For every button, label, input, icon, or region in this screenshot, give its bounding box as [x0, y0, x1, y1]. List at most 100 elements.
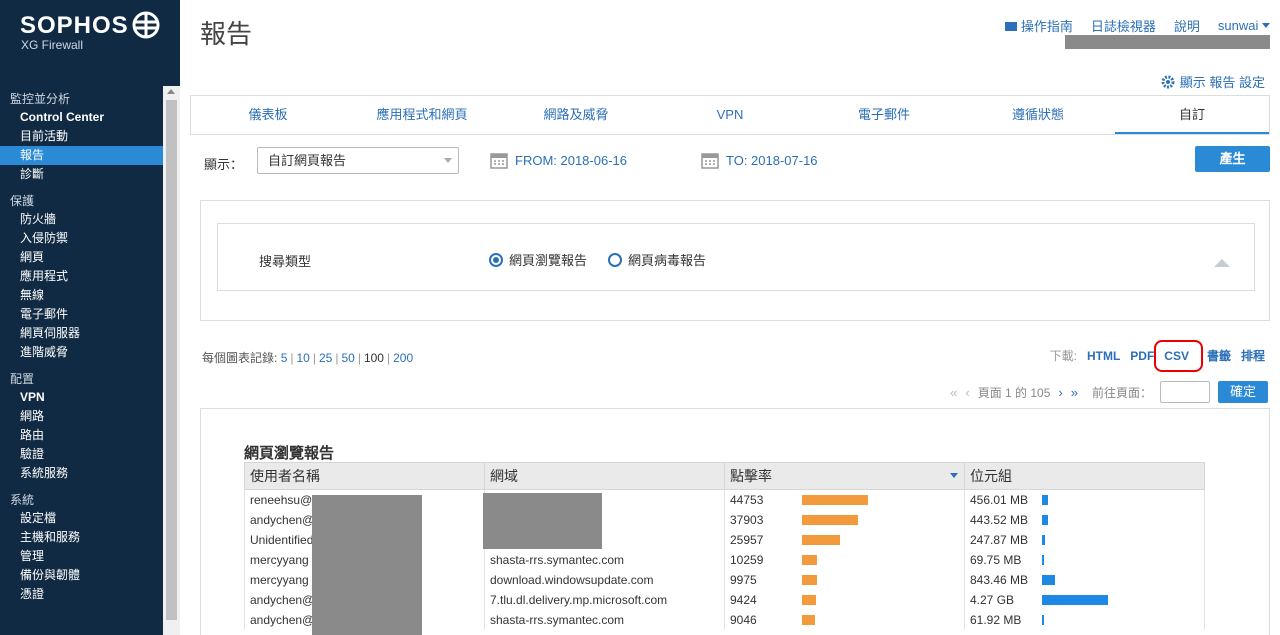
cell-hits: 9424	[724, 589, 965, 610]
nav-group: 監控並分析 Control Center 目前活動 報告 診斷	[0, 90, 163, 184]
sidebar-item[interactable]: 目前活動	[0, 127, 163, 146]
brand-logo[interactable]: SOPHOS XG Firewall	[20, 12, 129, 52]
bookmark-link[interactable]: 書籤	[1207, 347, 1231, 364]
collapse-up-icon[interactable]	[1214, 259, 1230, 267]
nav-group-title[interactable]: 配置	[0, 370, 163, 388]
next-page-icon[interactable]: ›	[1058, 385, 1062, 400]
radio-virus-report[interactable]: 網頁病毒報告	[608, 250, 706, 269]
sidebar-item[interactable]: 管理	[0, 547, 163, 566]
brand-product: XG Firewall	[21, 38, 84, 52]
download-html-link[interactable]: HTML	[1087, 349, 1120, 363]
last-page-icon[interactable]: »	[1071, 385, 1078, 400]
tab[interactable]: 儀表板	[191, 96, 345, 134]
scroll-up-icon[interactable]	[167, 89, 175, 94]
records-option[interactable]: 10	[297, 351, 310, 365]
bytes-bar	[1042, 614, 1044, 625]
calendar-icon	[701, 153, 719, 169]
first-page-icon[interactable]: «	[950, 385, 957, 400]
records-option[interactable]: 50	[341, 351, 354, 365]
user-menu[interactable]: sunwai	[1218, 18, 1270, 33]
download-pdf-link[interactable]: PDF	[1130, 349, 1154, 363]
sidebar-item[interactable]: 系統服務	[0, 464, 163, 483]
sidebar-item[interactable]: 主機和服務	[0, 528, 163, 547]
report-settings-link[interactable]: 顯示 報告 設定	[1161, 72, 1265, 91]
sidebar-item[interactable]: 網頁	[0, 248, 163, 267]
prev-page-icon[interactable]: ‹	[965, 385, 969, 400]
col-bytes[interactable]: 位元組	[964, 462, 1205, 490]
download-csv-link[interactable]: CSV	[1154, 339, 1204, 372]
nav-group-title[interactable]: 系統	[0, 491, 163, 509]
hits-value: 25957	[730, 532, 764, 547]
goto-button[interactable]: 確定	[1218, 381, 1268, 403]
generate-button[interactable]: 產生	[1195, 146, 1270, 172]
records-option[interactable]: 100	[364, 351, 384, 365]
radio-browse-report[interactable]: 網頁瀏覽報告	[489, 250, 587, 269]
sidebar-item[interactable]: 設定檔	[0, 509, 163, 528]
sidebar-item[interactable]: 網頁伺服器	[0, 324, 163, 343]
hits-value: 9424	[730, 592, 757, 607]
hits-bar	[802, 554, 817, 565]
sidebar-scrollbar[interactable]	[163, 86, 180, 635]
cell-hits: 25957	[724, 529, 965, 550]
sidebar-item[interactable]: 備份與韌體	[0, 566, 163, 585]
schedule-link[interactable]: 排程	[1241, 347, 1265, 364]
sidebar-item[interactable]: Control Center	[0, 108, 163, 127]
nav-group: 保護 防火牆 入侵防禦 網頁 應用程式 無線 電子郵件 網頁伺服器 進階威脅	[0, 192, 163, 362]
cell-hits: 9046	[724, 609, 965, 630]
tab[interactable]: 應用程式和網頁	[345, 96, 499, 134]
sidebar-item[interactable]: 進階威脅	[0, 343, 163, 362]
sidebar-item[interactable]: 路由	[0, 426, 163, 445]
records-option[interactable]: 5	[281, 351, 288, 365]
cell-hits: 44753	[724, 489, 965, 510]
hits-bar	[802, 514, 858, 525]
sidebar-item[interactable]: 應用程式	[0, 267, 163, 286]
tab[interactable]: 電子郵件	[807, 96, 961, 134]
from-date-picker[interactable]: FROM: 2018-06-16	[490, 151, 627, 169]
goto-page-input[interactable]	[1160, 381, 1210, 403]
guide-link[interactable]: 操作指南	[1004, 16, 1073, 35]
cell-hits: 10259	[724, 549, 965, 570]
sidebar-item[interactable]: 防火牆	[0, 210, 163, 229]
tab[interactable]: 遵循狀態	[961, 96, 1115, 134]
sidebar-item[interactable]: 憑證	[0, 585, 163, 604]
bytes-bar	[1042, 554, 1044, 565]
sidebar-item[interactable]: 無線	[0, 286, 163, 305]
csv-highlight-circle	[1154, 339, 1204, 372]
sidebar-item[interactable]: VPN	[0, 388, 163, 407]
page-indicator: 頁面 1 的 105	[977, 385, 1051, 400]
cell-bytes: 843.46 MB	[964, 569, 1205, 590]
radio-selected-icon	[489, 252, 503, 267]
sidebar-item[interactable]: 電子郵件	[0, 305, 163, 324]
hits-value: 37903	[730, 512, 764, 527]
records-option[interactable]: 200	[393, 351, 413, 365]
to-date-picker[interactable]: TO: 2018-07-16	[701, 151, 818, 169]
sidebar-item[interactable]: 入侵防禦	[0, 229, 163, 248]
cell-domain: download.windowsupdate.com	[484, 569, 725, 590]
col-hits[interactable]: 點擊率	[724, 462, 965, 490]
show-label: 顯示：	[204, 157, 244, 172]
chevron-down-icon	[1262, 23, 1270, 28]
nav-group-title[interactable]: 監控並分析	[0, 90, 163, 108]
sidebar-item[interactable]: 診斷	[0, 165, 163, 184]
log-viewer-link[interactable]: 日誌檢視器	[1091, 16, 1156, 35]
sidebar-item[interactable]: 驗證	[0, 445, 163, 464]
col-username[interactable]: 使用者名稱	[244, 462, 485, 490]
tab[interactable]: VPN	[653, 96, 807, 134]
hits-bar	[802, 534, 840, 545]
video-icon	[1004, 22, 1017, 31]
nav-group-title[interactable]: 保護	[0, 192, 163, 210]
records-option[interactable]: 25	[319, 351, 332, 365]
cell-bytes: 456.01 MB	[964, 489, 1205, 510]
scrollbar-thumb[interactable]	[166, 100, 177, 620]
report-title: 網頁瀏覽報告	[244, 445, 335, 462]
col-domain[interactable]: 網域	[484, 462, 725, 490]
bytes-bar	[1042, 534, 1045, 545]
sidebar-item[interactable]: 報告	[0, 146, 163, 165]
tab[interactable]: 網路及威脅	[499, 96, 653, 134]
tab[interactable]: 自訂	[1115, 96, 1269, 134]
separator: |	[312, 351, 316, 365]
sidebar-item[interactable]: 網路	[0, 407, 163, 426]
help-link[interactable]: 說明	[1174, 16, 1200, 35]
report-select[interactable]: 自訂網頁報告	[257, 147, 459, 174]
records-label: 每個圖表記錄:	[202, 351, 278, 365]
